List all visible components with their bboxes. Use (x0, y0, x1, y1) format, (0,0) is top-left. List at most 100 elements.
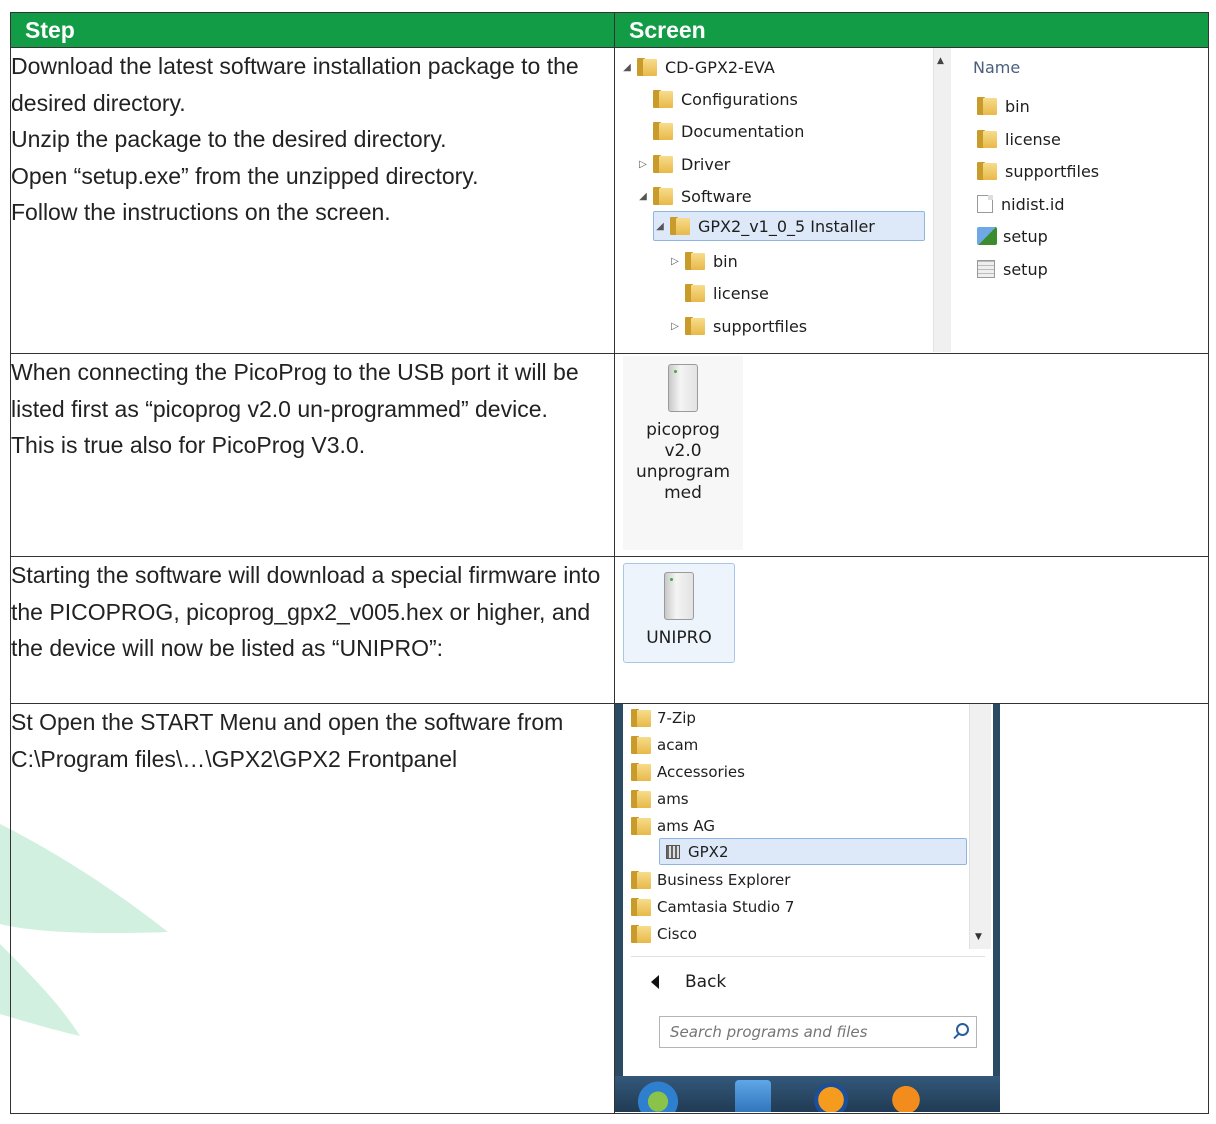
tree-item-label: license (713, 283, 769, 303)
screen-cell: ◢ CD-GPX2-EVA Configurations Documentati… (614, 47, 1209, 354)
start-menu-screenshot: 7-Zip acam Accessories ams ams AG GPX2 B… (615, 704, 1000, 1112)
screen-cell: picoprog v2.0 unprogram med (614, 353, 1209, 557)
step-line: When connecting the PicoProg to the USB … (11, 359, 579, 422)
folder-icon (653, 90, 673, 108)
tree-item[interactable]: ▷ Driver (637, 149, 730, 179)
tree-item[interactable]: ◢ CD-GPX2-EVA (621, 52, 775, 82)
start-menu-panel: 7-Zip acam Accessories ams ams AG GPX2 B… (623, 704, 993, 1089)
header-screen: Screen (614, 12, 1209, 48)
step-line: This is true also for PicoProg V3.0. (11, 432, 366, 458)
collapsed-arrow-icon: ▷ (671, 320, 679, 332)
back-button[interactable]: Back (651, 966, 726, 998)
tree-scrollbar[interactable] (933, 48, 951, 352)
folder-icon (670, 217, 690, 235)
name-column-header[interactable]: Name (973, 58, 1020, 77)
table-row: St Open the START Menu and open the soft… (10, 703, 1209, 1114)
start-menu-item[interactable]: 7-Zip (631, 705, 696, 732)
start-menu-item[interactable]: ams (631, 785, 689, 812)
tree-item-label: Documentation (681, 121, 805, 141)
device-picoprog-unprogrammed[interactable]: picoprog v2.0 unprogram med (623, 356, 743, 550)
table-row: Starting the software will download a sp… (10, 556, 1209, 704)
start-menu-item[interactable]: Camtasia Studio 7 (631, 893, 794, 920)
tree-item-label: CD-GPX2-EVA (665, 57, 775, 77)
tree-item[interactable]: Configurations (637, 84, 798, 114)
folder-icon (631, 817, 651, 835)
folder-icon (685, 317, 705, 335)
collapsed-arrow-icon: ▷ (639, 158, 647, 170)
config-file-icon (977, 260, 995, 278)
file-item[interactable]: setup (977, 222, 1048, 250)
file-item-label: supportfiles (1005, 161, 1100, 181)
file-item[interactable]: supportfiles (977, 157, 1099, 185)
collapsed-arrow-icon: ▷ (671, 255, 679, 267)
folder-icon (631, 709, 651, 727)
start-menu-scrollbar[interactable] (969, 704, 991, 949)
step-cell: When connecting the PicoProg to the USB … (10, 353, 615, 557)
device-label: UNIPRO (646, 628, 712, 648)
search-input[interactable] (670, 1018, 948, 1046)
start-menu-item[interactable]: acam (631, 731, 698, 758)
file-item-label: bin (1005, 96, 1030, 116)
tree-item-label: bin (713, 251, 738, 271)
tree-item[interactable]: ◢ Software (637, 181, 752, 211)
step-line: Download the latest software installatio… (11, 53, 579, 116)
taskbar (615, 1076, 1000, 1112)
scroll-down-icon[interactable]: ▼ (975, 932, 982, 942)
folder-icon (631, 763, 651, 781)
tree-item[interactable]: ▷ supportfiles (669, 311, 807, 341)
divider (631, 956, 985, 957)
expanded-arrow-icon: ◢ (623, 61, 631, 73)
file-item-label: license (1005, 129, 1061, 149)
file-item[interactable]: license (977, 125, 1061, 153)
search-icon[interactable] (948, 1018, 976, 1046)
folder-icon (631, 925, 651, 943)
media-player-icon[interactable] (891, 1080, 921, 1112)
step-cell: Download the latest software installatio… (10, 47, 615, 354)
file-item[interactable]: setup (977, 255, 1048, 283)
scroll-up-icon[interactable]: ▲ (937, 56, 944, 66)
tree-item-selected[interactable]: ◢ GPX2_v1_0_5 Installer (653, 211, 925, 241)
control-panel-icon[interactable] (735, 1080, 771, 1112)
screen-cell: 7-Zip acam Accessories ams ams AG GPX2 B… (614, 703, 1209, 1114)
tree-item[interactable]: Documentation (637, 116, 804, 146)
folder-icon (977, 162, 997, 180)
file-item-label: setup (1003, 259, 1048, 279)
folder-icon (631, 871, 651, 889)
tree-item-label: Software (681, 186, 752, 206)
start-menu-item[interactable]: Business Explorer (631, 866, 790, 893)
folder-icon (631, 790, 651, 808)
step-line: C:\Program files\…\GPX2\GPX2 Frontpanel (11, 745, 458, 772)
step-cell: Starting the software will download a sp… (10, 556, 615, 704)
file-list-pane: Name bin license supportfiles nidist.id … (953, 48, 1205, 352)
step-line: Follow the instructions on the screen. (11, 199, 391, 225)
file-item[interactable]: nidist.id (977, 190, 1064, 218)
folder-icon (685, 252, 705, 270)
folder-icon (653, 187, 673, 205)
file-icon (977, 195, 993, 213)
tree-item[interactable]: license (669, 278, 769, 308)
search-box[interactable] (659, 1016, 977, 1048)
expanded-arrow-icon: ◢ (656, 220, 664, 232)
start-menu-item[interactable]: Accessories (631, 758, 745, 785)
screen-cell: UNIPRO (614, 556, 1209, 704)
folder-icon (631, 898, 651, 916)
step-cell: St Open the START Menu and open the soft… (10, 703, 615, 1114)
folder-icon (977, 130, 997, 148)
file-item[interactable]: bin (977, 92, 1030, 120)
installer-icon (977, 227, 997, 245)
start-menu-item[interactable]: ams AG (631, 812, 715, 839)
file-item-label: nidist.id (1001, 194, 1065, 214)
table-row: Download the latest software installatio… (10, 47, 1209, 354)
firefox-icon[interactable] (811, 1080, 851, 1112)
step-line: St Open the START Menu and open the soft… (11, 709, 564, 735)
folder-icon (653, 122, 673, 140)
folder-icon (685, 284, 705, 302)
step-line: Starting the software will download a sp… (11, 562, 601, 661)
step-line: Open “setup.exe” from the unzipped direc… (11, 162, 479, 189)
start-menu-item-gpx2[interactable]: GPX2 (659, 838, 967, 865)
tree-item[interactable]: ▷ bin (669, 246, 738, 276)
start-menu-item[interactable]: Cisco (631, 920, 697, 947)
device-unipro[interactable]: UNIPRO (623, 563, 735, 663)
explorer-screenshot: ◢ CD-GPX2-EVA Configurations Documentati… (615, 48, 1205, 352)
start-orb-icon[interactable] (633, 1080, 683, 1112)
